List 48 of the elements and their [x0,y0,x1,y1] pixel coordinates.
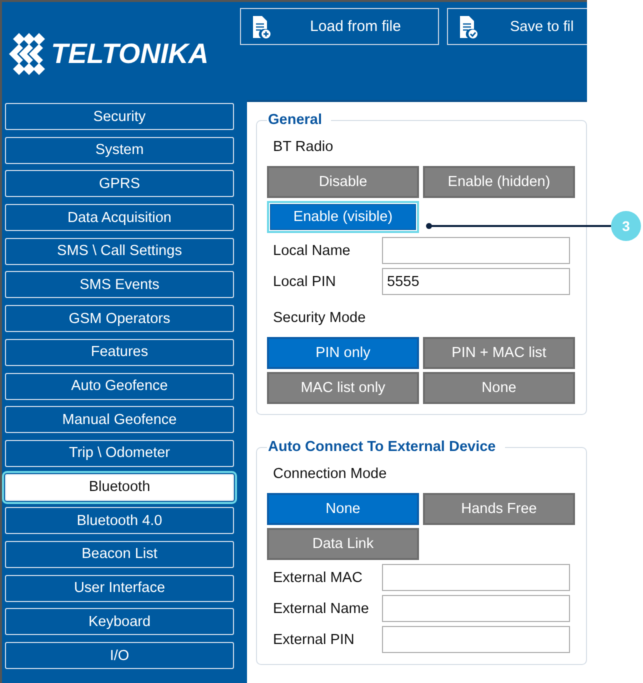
option-button[interactable]: Enable (hidden) [423,166,575,198]
logo-text: TELTONIKA [51,38,209,70]
sidebar-item[interactable]: Security [5,103,234,130]
file-plus-icon [251,14,273,38]
field-label: BT Radio [272,138,334,157]
sidebar-item[interactable]: Data Acquisition [5,204,234,232]
sidebar-item[interactable]: Trip \ Odometer [5,440,234,467]
sidebar-item[interactable]: GPRS [5,170,234,198]
sidebar-item[interactable]: SMS Events [5,271,234,298]
callout-badge: 3 [611,211,641,241]
sidebar-item[interactable]: I/O [5,642,234,669]
field-label: Local Name [272,242,352,260]
option-button[interactable]: Enable (visible) [267,201,419,233]
input-field[interactable] [382,564,570,591]
option-button[interactable]: None [267,493,419,525]
load-button[interactable]: Load from file [240,8,439,45]
input-field[interactable]: 5555 [382,268,570,295]
sidebar-item[interactable]: SMS \ Call Settings [5,238,234,265]
sidebar-item[interactable]: User Interface [5,574,234,602]
field-label: Local PIN [272,272,337,292]
input-field[interactable] [382,626,570,653]
section-title: Auto Connect To External Device [267,439,497,455]
sidebar-item[interactable]: Beacon List [5,540,234,568]
option-button[interactable]: Data Link [267,528,419,560]
file-check-icon [458,14,480,38]
field-label: Connection Mode [272,465,388,484]
sidebar-item[interactable]: GSM Operators [5,305,234,332]
section-title: General [267,112,323,128]
option-button[interactable]: None [423,372,575,404]
save-button[interactable]: Save to fil [447,8,587,45]
option-button[interactable]: MAC list only [267,372,419,404]
sidebar-item[interactable]: Bluetooth 4.0 [5,507,234,534]
field-label: External MAC [272,568,364,588]
option-button[interactable]: Disable [267,166,419,198]
sidebar-item[interactable]: Bluetooth [5,474,234,501]
field-label: External PIN [272,630,356,650]
sidebar-item[interactable]: Keyboard [5,608,234,636]
input-field[interactable] [382,595,570,622]
option-button[interactable]: PIN + MAC list [423,337,575,369]
input-field[interactable] [382,237,570,264]
sidebar-item[interactable]: Manual Geofence [5,406,234,434]
field-label: External Name [272,600,370,618]
sidebar-item[interactable]: Auto Geofence [5,372,234,400]
sidebar-item[interactable]: Features [5,338,234,366]
field-label: Security Mode [272,309,367,328]
option-button[interactable]: PIN only [267,337,419,369]
option-button[interactable]: Hands Free [423,493,575,525]
sidebar-item[interactable]: System [5,136,234,164]
